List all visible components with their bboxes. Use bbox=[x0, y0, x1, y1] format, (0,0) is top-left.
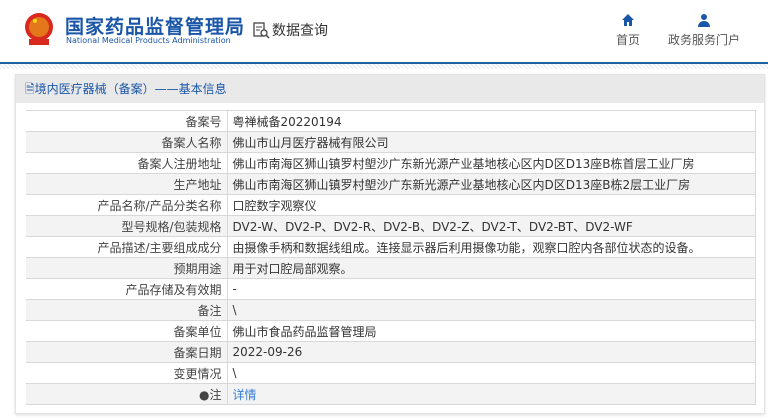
document-search-icon bbox=[253, 22, 270, 39]
row-label: 产品名称/产品分类名称 bbox=[26, 194, 228, 216]
row-label: 生产地址 bbox=[26, 173, 228, 195]
row-label: 产品描述/主要组成成分 bbox=[26, 236, 228, 258]
user-icon bbox=[698, 14, 710, 27]
table-row: 备案号 粤禅械备20220194 bbox=[26, 110, 756, 132]
national-emblem-logo bbox=[25, 13, 53, 45]
table-row: 生产地址 佛山市南海区狮山镇罗村塱沙广东新光源产业基地核心区内D区D13座B栋2层… bbox=[26, 173, 756, 195]
row-label-text: 生产地址 bbox=[173, 177, 222, 192]
table-row: 产品名称/产品分类名称 口腔数字观察仪 bbox=[26, 194, 756, 216]
row-value: - bbox=[227, 278, 756, 300]
data-query-label: 数据查询 bbox=[272, 23, 328, 39]
pin-icon: ● bbox=[199, 387, 210, 402]
row-label: 备案号 bbox=[26, 110, 228, 132]
row-value: 由摄像手柄和数据线组成。连接显示器后利用摄像功能，观察口腔内各部位状态的设备。 bbox=[227, 236, 756, 258]
row-label: 备案日期 bbox=[26, 341, 228, 363]
row-label-text: 变更情况 bbox=[173, 366, 222, 381]
row-label-text: 备案号 bbox=[185, 114, 222, 129]
info-table: 备案号 粤禅械备20220194 备案人名称 佛山市山月医疗器械有限公司 备案人注册地址… bbox=[26, 110, 756, 405]
row-value: DV2-W、DV2-P、DV2-R、DV2-B、DV2-Z、DV2-T、DV2-… bbox=[227, 215, 756, 237]
table-row: 备案人名称 佛山市山月医疗器械有限公司 bbox=[26, 131, 756, 153]
row-value: 佛山市山月医疗器械有限公司 bbox=[227, 131, 756, 153]
panel-title: 🗎境内医疗器械（备案）——基本信息 bbox=[16, 75, 764, 103]
row-label: 备案人注册地址 bbox=[26, 152, 228, 174]
row-value: 2022-09-26 bbox=[227, 341, 756, 363]
row-value: 口腔数字观察仪 bbox=[227, 194, 756, 216]
site-header: 国家药品监督管理局 National Medical Products Admi… bbox=[0, 0, 768, 64]
agency-title[interactable]: 国家药品监督管理局 bbox=[65, 12, 245, 39]
row-label-text: 产品描述/主要组成成分 bbox=[97, 240, 222, 255]
row-value: 粤禅械备20220194 bbox=[227, 110, 756, 132]
agency-title-en: National Medical Products Administration bbox=[66, 36, 231, 45]
row-value: 佛山市南海区狮山镇罗村塱沙广东新光源产业基地核心区内D区D13座B栋首层工业厂房 bbox=[227, 152, 756, 174]
panel-title-text: 境内医疗器械（备案）——基本信息 bbox=[34, 82, 227, 96]
row-label-text: 产品存储及有效期 bbox=[125, 282, 222, 297]
nav-home[interactable]: 首页 bbox=[613, 13, 643, 48]
row-label: 预期用途 bbox=[26, 257, 228, 279]
row-value: 佛山市南海区狮山镇罗村塱沙广东新光源产业基地核心区内D区D13座B栋2层工业厂房 bbox=[227, 173, 756, 195]
row-label: 变更情况 bbox=[26, 362, 228, 384]
row-label: 备注 bbox=[26, 299, 228, 321]
row-label: ●注 bbox=[26, 383, 228, 405]
table-row: 备注 \ bbox=[26, 299, 756, 321]
row-label-text: 备案人注册地址 bbox=[137, 156, 222, 171]
row-label-text: 备案单位 bbox=[173, 324, 222, 339]
row-label-text: 预期用途 bbox=[173, 261, 222, 276]
row-label-text: 型号规格/包装规格 bbox=[121, 219, 222, 234]
data-query-title: 数据查询 bbox=[252, 20, 328, 40]
row-label: 备案人名称 bbox=[26, 131, 228, 153]
table-row: 备案日期 2022-09-26 bbox=[26, 341, 756, 363]
nav-service-portal-label: 政务服务门户 bbox=[667, 33, 740, 47]
table-row: 变更情况 \ bbox=[26, 362, 756, 384]
table-row: 预期用途 用于对口腔局部观察。 bbox=[26, 257, 756, 279]
details-link[interactable]: 详情 bbox=[233, 388, 257, 402]
row-label: 产品存储及有效期 bbox=[26, 278, 228, 300]
row-value: 用于对口腔局部观察。 bbox=[227, 257, 756, 279]
table-row: 产品存储及有效期 - bbox=[26, 278, 756, 300]
row-label-text: 备案日期 bbox=[173, 345, 222, 360]
home-icon bbox=[622, 14, 634, 26]
row-label: 型号规格/包装规格 bbox=[26, 215, 228, 237]
row-label-text: 注 bbox=[209, 387, 222, 402]
table-row: 产品描述/主要组成成分 由摄像手柄和数据线组成。连接显示器后利用摄像功能，观察口腔… bbox=[26, 236, 756, 258]
header-divider bbox=[0, 64, 768, 69]
info-panel: 🗎境内医疗器械（备案）——基本信息 备案号 粤禅械备20220194 备案人名称 佛山… bbox=[15, 74, 765, 414]
table-row: 备案人注册地址 佛山市南海区狮山镇罗村塱沙广东新光源产业基地核心区内D区D13座B… bbox=[26, 152, 756, 174]
table-row: ●注 详情 bbox=[26, 383, 756, 405]
row-label: 备案单位 bbox=[26, 320, 228, 342]
row-label-text: 备注 bbox=[197, 303, 222, 318]
row-label-text: 备案人名称 bbox=[161, 135, 222, 150]
row-value: 佛山市食品药品监督管理局 bbox=[227, 320, 756, 342]
nav-home-label: 首页 bbox=[615, 33, 640, 47]
row-value: 详情 bbox=[227, 383, 756, 405]
document-icon: 🗎 bbox=[25, 82, 35, 96]
nav-service-portal[interactable]: 政务服务门户 bbox=[666, 13, 742, 48]
row-value: \ bbox=[227, 299, 756, 321]
table-row: 型号规格/包装规格 DV2-W、DV2-P、DV2-R、DV2-B、DV2-Z、D… bbox=[26, 215, 756, 237]
row-value: \ bbox=[227, 362, 756, 384]
table-row: 备案单位 佛山市食品药品监督管理局 bbox=[26, 320, 756, 342]
row-label-text: 产品名称/产品分类名称 bbox=[97, 198, 222, 213]
